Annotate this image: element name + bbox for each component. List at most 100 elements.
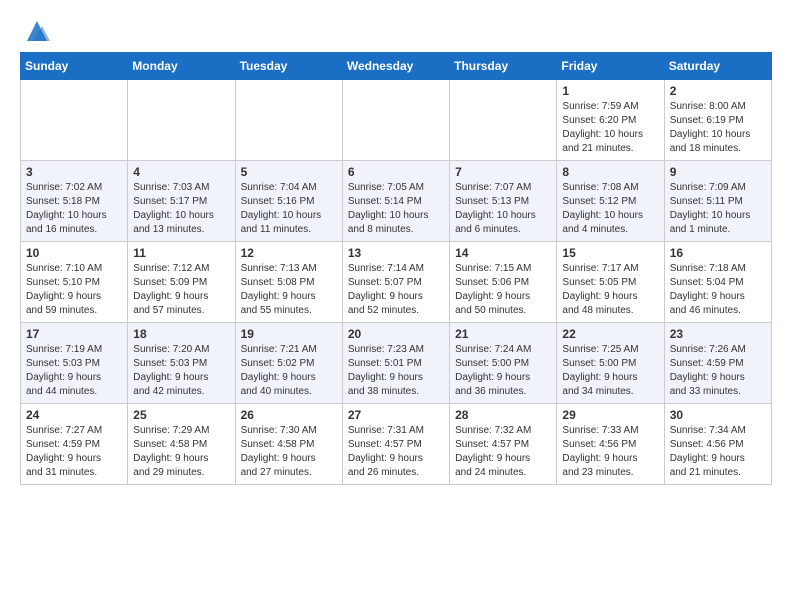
day-info: Sunrise: 7:31 AM Sunset: 4:57 PM Dayligh… — [348, 424, 444, 480]
calendar: SundayMondayTuesdayWednesdayThursdayFrid… — [20, 52, 772, 485]
day-info: Sunrise: 7:29 AM Sunset: 4:58 PM Dayligh… — [133, 424, 229, 480]
day-cell: 14Sunrise: 7:15 AM Sunset: 5:06 PM Dayli… — [450, 242, 557, 323]
day-number: 5 — [241, 165, 337, 179]
day-info: Sunrise: 7:27 AM Sunset: 4:59 PM Dayligh… — [26, 424, 122, 480]
day-number: 12 — [241, 246, 337, 260]
day-info: Sunrise: 8:00 AM Sunset: 6:19 PM Dayligh… — [670, 100, 766, 156]
day-number: 30 — [670, 408, 766, 422]
day-cell: 1 Sunrise: 7:59 AM Sunset: 6:20 PM Daylig… — [557, 80, 664, 161]
day-cell — [235, 80, 342, 161]
week-row-3: 10 Sunrise: 7:10 AM Sunset: 5:10 PM Dayli… — [21, 242, 772, 323]
day-number: 27 — [348, 408, 444, 422]
day-cell: 16 Sunrise: 7:18 AM Sunset: 5:04 PM Dayli… — [664, 242, 771, 323]
day-cell: 7 Sunrise: 7:07 AM Sunset: 5:13 PM Daylig… — [450, 161, 557, 242]
day-number: 19 — [241, 327, 337, 341]
day-cell: 18 Sunrise: 7:20 AM Sunset: 5:03 PM Dayli… — [128, 323, 235, 404]
day-number: 7 — [455, 165, 551, 179]
day-number: 2 — [670, 84, 766, 98]
weekday-header-monday: Monday — [128, 53, 235, 80]
day-info: Sunrise: 7:07 AM Sunset: 5:13 PM Dayligh… — [455, 181, 551, 237]
day-cell: 23 Sunrise: 7:26 AM Sunset: 4:59 PM Dayli… — [664, 323, 771, 404]
day-info: Sunrise: 7:03 AM Sunset: 5:17 PM Dayligh… — [133, 181, 229, 237]
day-info: Sunrise: 7:18 AM Sunset: 5:04 PM Dayligh… — [670, 262, 766, 318]
day-cell — [342, 80, 449, 161]
day-cell: 20 Sunrise: 7:23 AM Sunset: 5:01 PM Dayli… — [342, 323, 449, 404]
day-cell: 26 Sunrise: 7:30 AM Sunset: 4:58 PM Dayli… — [235, 404, 342, 485]
day-cell: 28 Sunrise: 7:32 AM Sunset: 4:57 PM Dayli… — [450, 404, 557, 485]
weekday-row: SundayMondayTuesdayWednesdayThursdayFrid… — [21, 53, 772, 80]
day-info: Sunrise: 7:26 AM Sunset: 4:59 PM Dayligh… — [670, 343, 766, 399]
calendar-body: 1 Sunrise: 7:59 AM Sunset: 6:20 PM Daylig… — [21, 80, 772, 485]
day-number: 29 — [562, 408, 658, 422]
day-number: 1 — [562, 84, 658, 98]
day-number: 16 — [670, 246, 766, 260]
day-info: Sunrise: 7:19 AM Sunset: 5:03 PM Dayligh… — [26, 343, 122, 399]
day-number: 26 — [241, 408, 337, 422]
week-row-4: 17 Sunrise: 7:19 AM Sunset: 5:03 PM Dayli… — [21, 323, 772, 404]
weekday-header-friday: Friday — [557, 53, 664, 80]
week-row-1: 1 Sunrise: 7:59 AM Sunset: 6:20 PM Daylig… — [21, 80, 772, 161]
day-number: 15 — [562, 246, 658, 260]
day-info: Sunrise: 7:30 AM Sunset: 4:58 PM Dayligh… — [241, 424, 337, 480]
day-cell: 12 Sunrise: 7:13 AM Sunset: 5:08 PM Dayli… — [235, 242, 342, 323]
day-info: Sunrise: 7:17 AM Sunset: 5:05 PM Dayligh… — [562, 262, 658, 318]
day-number: 9 — [670, 165, 766, 179]
weekday-header-sunday: Sunday — [21, 53, 128, 80]
day-number: 21 — [455, 327, 551, 341]
weekday-header-tuesday: Tuesday — [235, 53, 342, 80]
day-info: Sunrise: 7:02 AM Sunset: 5:18 PM Dayligh… — [26, 181, 122, 237]
day-number: 11 — [133, 246, 229, 260]
day-cell: 24 Sunrise: 7:27 AM Sunset: 4:59 PM Dayli… — [21, 404, 128, 485]
day-number: 28 — [455, 408, 551, 422]
week-row-2: 3 Sunrise: 7:02 AM Sunset: 5:18 PM Daylig… — [21, 161, 772, 242]
day-number: 3 — [26, 165, 122, 179]
day-cell: 2 Sunrise: 8:00 AM Sunset: 6:19 PM Daylig… — [664, 80, 771, 161]
day-info: Sunrise: 7:33 AM Sunset: 4:56 PM Dayligh… — [562, 424, 658, 480]
day-cell: 11 Sunrise: 7:12 AM Sunset: 5:09 PM Dayli… — [128, 242, 235, 323]
day-cell: 8Sunrise: 7:08 AM Sunset: 5:12 PM Daylig… — [557, 161, 664, 242]
day-cell: 6Sunrise: 7:05 AM Sunset: 5:14 PM Daylig… — [342, 161, 449, 242]
day-info: Sunrise: 7:59 AM Sunset: 6:20 PM Dayligh… — [562, 100, 658, 156]
day-cell — [450, 80, 557, 161]
day-cell: 21Sunrise: 7:24 AM Sunset: 5:00 PM Dayli… — [450, 323, 557, 404]
day-cell: 13 Sunrise: 7:14 AM Sunset: 5:07 PM Dayli… — [342, 242, 449, 323]
day-number: 25 — [133, 408, 229, 422]
day-info: Sunrise: 7:25 AM Sunset: 5:00 PM Dayligh… — [562, 343, 658, 399]
day-info: Sunrise: 7:08 AM Sunset: 5:12 PM Dayligh… — [562, 181, 658, 237]
day-number: 4 — [133, 165, 229, 179]
day-cell: 30 Sunrise: 7:34 AM Sunset: 4:56 PM Dayli… — [664, 404, 771, 485]
weekday-header-thursday: Thursday — [450, 53, 557, 80]
day-cell: 10 Sunrise: 7:10 AM Sunset: 5:10 PM Dayli… — [21, 242, 128, 323]
day-info: Sunrise: 7:20 AM Sunset: 5:03 PM Dayligh… — [133, 343, 229, 399]
day-info: Sunrise: 7:21 AM Sunset: 5:02 PM Dayligh… — [241, 343, 337, 399]
day-number: 17 — [26, 327, 122, 341]
day-info: Sunrise: 7:04 AM Sunset: 5:16 PM Dayligh… — [241, 181, 337, 237]
day-info: Sunrise: 7:34 AM Sunset: 4:56 PM Dayligh… — [670, 424, 766, 480]
day-info: Sunrise: 7:32 AM Sunset: 4:57 PM Dayligh… — [455, 424, 551, 480]
day-number: 22 — [562, 327, 658, 341]
day-number: 20 — [348, 327, 444, 341]
day-cell — [21, 80, 128, 161]
day-number: 23 — [670, 327, 766, 341]
day-number: 10 — [26, 246, 122, 260]
day-info: Sunrise: 7:23 AM Sunset: 5:01 PM Dayligh… — [348, 343, 444, 399]
logo — [20, 20, 52, 42]
day-cell: 27 Sunrise: 7:31 AM Sunset: 4:57 PM Dayli… — [342, 404, 449, 485]
day-cell: 19 Sunrise: 7:21 AM Sunset: 5:02 PM Dayli… — [235, 323, 342, 404]
day-number: 18 — [133, 327, 229, 341]
day-number: 24 — [26, 408, 122, 422]
day-cell: 4 Sunrise: 7:03 AM Sunset: 5:17 PM Daylig… — [128, 161, 235, 242]
weekday-header-wednesday: Wednesday — [342, 53, 449, 80]
day-info: Sunrise: 7:14 AM Sunset: 5:07 PM Dayligh… — [348, 262, 444, 318]
day-number: 6 — [348, 165, 444, 179]
day-info: Sunrise: 7:13 AM Sunset: 5:08 PM Dayligh… — [241, 262, 337, 318]
day-number: 13 — [348, 246, 444, 260]
logo-icon — [22, 16, 52, 46]
page: SundayMondayTuesdayWednesdayThursdayFrid… — [0, 0, 792, 495]
weekday-header-saturday: Saturday — [664, 53, 771, 80]
day-cell: 3 Sunrise: 7:02 AM Sunset: 5:18 PM Daylig… — [21, 161, 128, 242]
day-cell: 9Sunrise: 7:09 AM Sunset: 5:11 PM Daylig… — [664, 161, 771, 242]
day-cell: 5 Sunrise: 7:04 AM Sunset: 5:16 PM Daylig… — [235, 161, 342, 242]
day-info: Sunrise: 7:12 AM Sunset: 5:09 PM Dayligh… — [133, 262, 229, 318]
day-info: Sunrise: 7:10 AM Sunset: 5:10 PM Dayligh… — [26, 262, 122, 318]
